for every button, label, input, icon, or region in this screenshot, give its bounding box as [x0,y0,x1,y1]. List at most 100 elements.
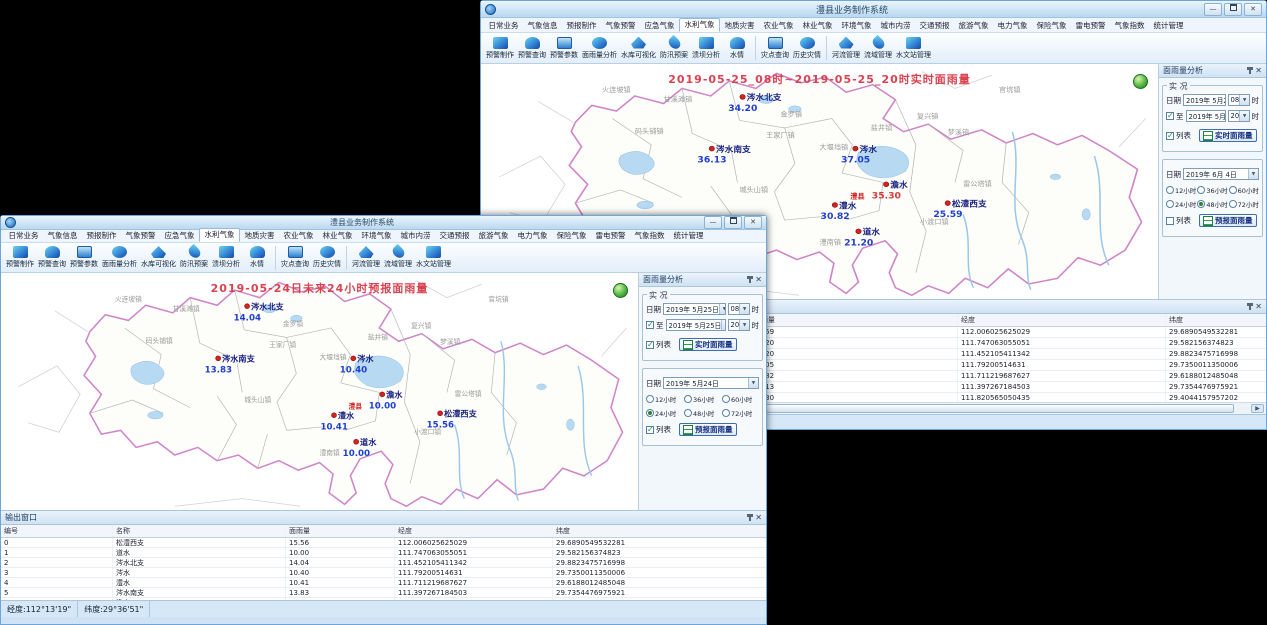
start-hour-select[interactable]: 08 ▼ [1228,94,1250,106]
close-icon[interactable]: ✕ [1255,303,1262,311]
column-header[interactable]: 纬度 [1166,314,1266,326]
panel-header[interactable]: 面雨量分析 ✕ [1159,64,1266,78]
menu-item-城市内涝[interactable]: 城市内涝 [876,20,915,32]
list-checkbox[interactable] [646,341,654,349]
column-header[interactable]: 编号 [1,525,113,537]
forecast-date-select[interactable]: 2019年 6月 4日 ▼ [1183,168,1259,180]
table-row[interactable]: 2涔水北支14.04111.45210541134229.88234757169… [1,558,766,568]
radio-48小时[interactable]: 48小时 [1197,199,1227,209]
forecast-date-select[interactable]: 2019年 5月24日 ▼ [663,377,759,389]
menu-item-气象指数[interactable]: 气象指数 [1110,20,1149,32]
menu-item-保险气象[interactable]: 保险气象 [552,230,591,242]
menu-item-电力气象[interactable]: 电力气象 [993,20,1032,32]
toolbar-alert-query-button[interactable]: 预警查询 [516,37,548,60]
menu-item-林业气象[interactable]: 林业气象 [318,230,357,242]
toolbar-flood-plan-button[interactable]: 防汛预案 [658,37,690,60]
forecast-rain-button[interactable]: 预报面雨量 [679,423,737,436]
toolbar-alert-params-button[interactable]: 预警参数 [548,37,580,60]
column-header[interactable]: 纬度 [553,525,766,537]
pin-icon[interactable] [749,276,751,283]
menu-item-旅游气象[interactable]: 旅游气象 [474,230,513,242]
station-marker[interactable] [380,392,385,397]
menu-item-统计管理[interactable]: 统计管理 [1149,20,1188,32]
minimize-button[interactable]: — [704,216,722,229]
close-icon[interactable]: ✕ [1255,67,1262,75]
station-marker[interactable] [740,94,745,99]
radio-12小时[interactable]: 12小时 [1166,185,1196,195]
toolbar-water-regime-button[interactable]: 水情 [242,246,272,269]
start-hour-select[interactable]: 08 ▼ [728,303,750,315]
menu-item-雷电预警[interactable]: 雷电预警 [1071,20,1110,32]
pin-icon[interactable] [749,514,751,521]
map-tool-button[interactable] [613,283,628,298]
radio-60小时[interactable]: 60小时 [722,394,759,404]
end-date-select[interactable]: 2019年 5月25日 ▼ [666,319,726,331]
toolbar-areal-rain-button[interactable]: 面雨量分析 [100,246,139,269]
end-hour-select[interactable]: 20 ▼ [728,319,750,331]
close-icon[interactable]: ✕ [755,276,762,284]
toolbar-alert-query-button[interactable]: 预警查询 [36,246,68,269]
station-marker[interactable] [331,413,336,418]
toolbar-river-manage-button[interactable]: 河流管理 [350,246,382,269]
close-icon[interactable]: ✕ [755,514,762,522]
menu-item-环境气象[interactable]: 环境气象 [357,230,396,242]
menu-item-气象指数[interactable]: 气象指数 [630,230,669,242]
toolbar-disaster-query-button[interactable]: 灾点查询 [279,246,311,269]
radio-24小时[interactable]: 24小时 [646,408,683,418]
radio-60小时[interactable]: 60小时 [1229,185,1259,195]
close-button[interactable]: ✕ [744,216,762,229]
station-marker[interactable] [709,146,714,151]
window-titlebar[interactable]: 澧县业务制作系统 — ✕ [1,216,766,230]
menu-item-气象预警[interactable]: 气象预警 [121,230,160,242]
station-marker[interactable] [216,356,221,361]
toolbar-reservoir-button[interactable]: 水库可视化 [619,37,658,60]
maximize-button[interactable] [724,216,742,229]
toolbar-dam-break-button[interactable]: 溃坝分析 [210,246,242,269]
column-header[interactable]: 面雨量 [751,314,958,326]
menu-item-雷电预警[interactable]: 雷电预警 [591,230,630,242]
station-marker[interactable] [245,304,250,309]
end-date-select[interactable]: 2019年 5月25日 ▼ [1186,110,1226,122]
radio-72小时[interactable]: 72小时 [1229,199,1259,209]
table-row[interactable]: 4澧水10.41111.71121968762729.6188012485048 [1,578,766,588]
menu-item-预报制作[interactable]: 预报制作 [82,230,121,242]
column-header[interactable]: 经度 [958,314,1166,326]
toolbar-history-disaster-button[interactable]: 历史灾情 [791,37,823,60]
menu-item-林业气象[interactable]: 林业气象 [798,20,837,32]
menu-item-气象信息[interactable]: 气象信息 [523,20,562,32]
table-row[interactable]: 0松澧西支15.56112.00602562502929.68905495322… [1,538,766,548]
forecast-rain-button[interactable]: 预报面雨量 [1199,214,1257,227]
toolbar-basin-manage-button[interactable]: 流域管理 [862,37,894,60]
menu-item-统计管理[interactable]: 统计管理 [669,230,708,242]
start-date-select[interactable]: 2019年 5月25日 ▼ [1183,94,1226,106]
menu-item-日常业务[interactable]: 日常业务 [484,20,523,32]
menu-item-预报制作[interactable]: 预报制作 [562,20,601,32]
menu-item-地质灾害[interactable]: 地质灾害 [720,20,759,32]
toolbar-areal-rain-button[interactable]: 面雨量分析 [580,37,619,60]
pin-icon[interactable] [1249,303,1251,310]
to-checkbox[interactable] [1166,112,1174,120]
table-row[interactable]: 3涔水10.40111.7920051463129.7350011350006 [1,568,766,578]
menu-item-交通预报[interactable]: 交通预报 [915,20,954,32]
toolbar-river-manage-button[interactable]: 河流管理 [830,37,862,60]
toolbar-water-regime-button[interactable]: 水情 [722,37,752,60]
toolbar-reservoir-button[interactable]: 水库可视化 [139,246,178,269]
toolbar-flood-plan-button[interactable]: 防汛预案 [178,246,210,269]
realtime-rain-button[interactable]: 实时面雨量 [1199,129,1257,142]
menu-item-水利气象[interactable]: 水利气象 [199,228,240,242]
menu-item-应急气象[interactable]: 应急气象 [160,230,199,242]
toolbar-alert-params-button[interactable]: 预警参数 [68,246,100,269]
end-hour-select[interactable]: 20 ▼ [1228,110,1250,122]
pin-icon[interactable] [1249,67,1251,74]
radio-12小时[interactable]: 12小时 [646,394,683,404]
maximize-button[interactable] [1224,3,1242,16]
start-date-select[interactable]: 2019年 5月25日 ▼ [663,303,726,315]
map-area[interactable]: 火连坡镇甘溪滩镇码头铺镇金罗镇王家厂镇大堰垱镇盐井镇复兴镇梦溪镇官垸镇雷公塔镇小… [1,273,638,510]
list-checkbox[interactable] [1166,217,1174,225]
menu-item-水利气象[interactable]: 水利气象 [679,18,720,32]
menu-item-交通预报[interactable]: 交通预报 [435,230,474,242]
menu-item-气象预警[interactable]: 气象预警 [601,20,640,32]
menu-item-地质灾害[interactable]: 地质灾害 [240,230,279,242]
minimize-button[interactable]: — [1204,3,1222,16]
station-marker[interactable] [351,356,356,361]
